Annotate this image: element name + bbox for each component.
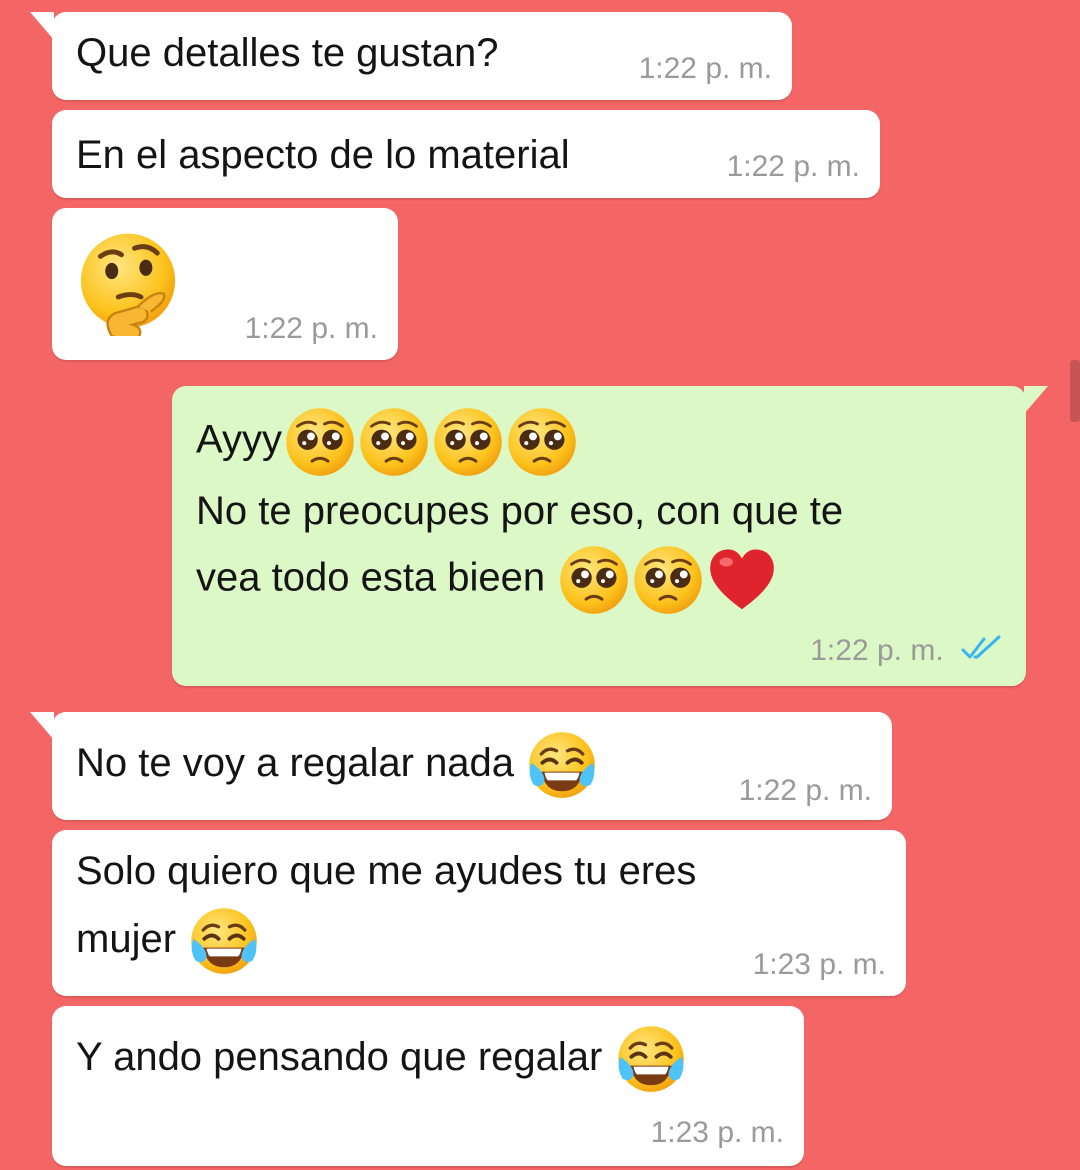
message-text: No te preocupes por eso, con que te — [196, 489, 844, 533]
pleading-face-icon — [506, 406, 578, 478]
message-timestamp: 1:22 p. m. — [810, 634, 944, 667]
message-text: mujer — [76, 917, 177, 961]
message-text-line: Y ando pensando que regalar — [76, 1024, 686, 1094]
message-bubble-incoming[interactable]: Solo quiero que me ayudes tu eres mujer … — [52, 830, 906, 996]
pleading-face-icon — [558, 544, 630, 616]
message-bubble-incoming[interactable]: No te voy a regalar nada 1:22 p. m. — [30, 712, 892, 820]
read-receipt-icon — [960, 635, 1004, 669]
pleading-face-icon — [632, 544, 704, 616]
message-bubble-incoming[interactable]: En el aspecto de lo material 1:22 p. m. — [52, 110, 880, 198]
message-text-line: No te voy a regalar nada — [76, 730, 597, 800]
tears-of-joy-face-icon — [189, 906, 259, 976]
message-text-line: mujer — [76, 906, 259, 976]
bubble-tail — [30, 712, 54, 740]
pleading-face-icon — [358, 406, 430, 478]
red-heart-icon — [706, 544, 778, 616]
message-text: Que detalles te gustan? — [76, 31, 499, 75]
message-timestamp-row: 1:22 p. m. — [810, 634, 1004, 669]
tears-of-joy-face-icon — [616, 1024, 686, 1094]
message-timestamp: 1:22 p. m. — [638, 52, 772, 85]
message-text: En el aspecto de lo material — [76, 133, 570, 177]
message-text-line: Ayyy — [196, 406, 578, 478]
message-bubble-incoming[interactable]: 1:22 p. m. — [52, 208, 398, 360]
bubble-tail — [30, 12, 54, 40]
message-timestamp: 1:22 p. m. — [738, 774, 872, 807]
message-timestamp: 1:23 p. m. — [752, 948, 886, 981]
message-timestamp: 1:22 p. m. — [244, 312, 378, 345]
message-text: Y ando pensando que regalar — [76, 1035, 603, 1079]
message-text: No te voy a regalar nada — [76, 741, 515, 785]
scrollbar-thumb[interactable] — [1070, 360, 1080, 422]
message-timestamp: 1:22 p. m. — [726, 150, 860, 183]
message-bubble-incoming[interactable]: Y ando pensando que regalar 1:23 p. m. — [52, 1006, 804, 1166]
bubble-tail — [1024, 386, 1048, 414]
thinking-face-icon — [76, 232, 180, 336]
message-text: Ayyy — [196, 417, 282, 462]
message-text: vea todo esta bieen — [196, 555, 546, 600]
pleading-face-icon — [284, 406, 356, 478]
message-bubble-outgoing[interactable]: Ayyy No te preocupes por eso, con que te… — [172, 386, 1048, 686]
message-text: Solo quiero que me ayudes tu eres — [76, 849, 697, 893]
pleading-face-icon — [432, 406, 504, 478]
message-text-line: vea todo esta bieen — [196, 544, 778, 616]
message-timestamp: 1:23 p. m. — [650, 1116, 784, 1149]
message-bubble-incoming[interactable]: Que detalles te gustan? 1:22 p. m. — [30, 12, 792, 100]
tears-of-joy-face-icon — [527, 730, 597, 800]
